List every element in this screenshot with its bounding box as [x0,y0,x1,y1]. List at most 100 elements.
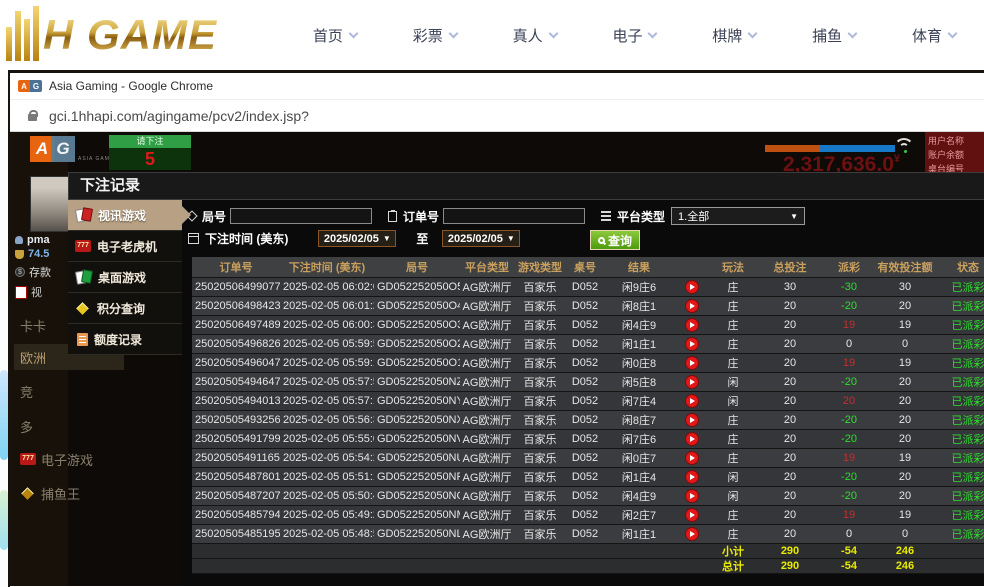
play-video-button[interactable] [686,528,698,540]
column-header: 局号 [374,257,460,277]
table-cell: 20 [756,354,824,372]
table-cell: 19 [874,449,936,467]
table-cell: 庄 [710,278,756,296]
table-cell: 20 [824,392,874,410]
table-cell [192,559,280,573]
play-video-button[interactable] [686,414,698,426]
table-cell: -54 [824,559,874,573]
table-cell: 2025-02-05 05:57:52 [280,373,374,391]
url-text: gci.1hhapi.com/agingame/pcv2/index.jsp? [49,108,309,124]
table-cell: 20 [756,297,824,315]
table-cell: 闲9庄6 [604,278,674,296]
table-cell: -20 [824,430,874,448]
play-video-button[interactable] [686,300,698,312]
table-row: 2502050549604732025-02-05 05:59:10GD0522… [192,354,984,373]
site-header: H GAME 首页 彩票 真人 电子 棋牌 捕鱼 体育 [0,0,984,70]
grand-total-row: 总计290-54246 [192,559,984,574]
table-cell: D052 [566,297,604,315]
menu-item-video-games[interactable]: 视讯游戏 [68,200,182,231]
table-cell: D052 [566,373,604,391]
ag-page: A G ASIA GAMING 请下注 5 pma 74.5 $ 存款 [10,132,984,586]
table-cell: 20 [874,468,936,486]
chevron-down-icon [948,28,958,38]
ag-favicon: AG [18,80,42,92]
table-cell: 庄 [710,525,756,543]
table-cell [674,392,710,410]
nav-item-lottery[interactable]: 彩票 [413,25,457,46]
nav-item-fishing[interactable]: 捕鱼 [812,25,856,46]
search-button[interactable]: 查询 [590,230,640,250]
order-input[interactable] [443,208,585,224]
column-header: 游戏类型 [514,257,566,277]
play-video-button[interactable] [686,357,698,369]
table-cell: AG欧洲厅 [460,525,514,543]
play-video-button[interactable] [686,471,698,483]
table-cell: AG欧洲厅 [460,354,514,372]
date-to-picker[interactable]: 2025/02/05▼ [442,230,520,247]
menu-item-slots[interactable]: 电子老虎机 [68,231,182,262]
table-cell: 已派彩 [936,278,984,296]
table-cell: 庄 [710,335,756,353]
play-video-button[interactable] [686,490,698,502]
table-cell: 20 [874,487,936,505]
table-cell: 总计 [710,559,756,573]
bet-progress-bar [765,145,895,152]
chrome-titlebar[interactable]: AG Asia Gaming - Google Chrome [10,73,984,100]
column-header: 结果 [604,257,674,277]
chevron-down-icon [648,28,658,38]
nav-item-board[interactable]: 棋牌 [712,25,756,46]
table-cell: 已派彩 [936,316,984,334]
play-video-button[interactable] [686,433,698,445]
table-cell: GD052252050NU [374,449,460,467]
table-cell: 2025-02-05 05:55:01 [280,430,374,448]
play-video-button[interactable] [686,281,698,293]
table-cell [674,297,710,315]
table-cell: 250205064974897 [192,316,280,334]
table-cell: 20 [756,449,824,467]
site-logo[interactable]: H GAME [6,6,217,61]
play-video-button[interactable] [686,452,698,464]
menu-item-table-games[interactable]: 桌面游戏 [68,262,182,293]
deposit-button[interactable]: $ 存款 [15,264,51,280]
table-cell: AG欧洲厅 [460,373,514,391]
table-cell: 2025-02-05 05:54:25 [280,449,374,467]
play-video-button[interactable] [686,319,698,331]
play-video-button[interactable] [686,338,698,350]
table-cell: 百家乐 [514,335,566,353]
round-input[interactable] [230,208,372,224]
document-icon [77,333,88,346]
table-cell: GD052252050NY [374,392,460,410]
platform-select[interactable]: 1.全部 ▼ [671,207,805,225]
page-edge-strip [0,70,8,587]
nav-item-sports[interactable]: 体育 [912,25,956,46]
table-games-icon [75,270,92,285]
table-cell: 0 [874,525,936,543]
table-cell: 百家乐 [514,278,566,296]
table-cell: D052 [566,506,604,524]
chrome-urlbar[interactable]: gci.1hhapi.com/agingame/pcv2/index.jsp? [10,100,984,132]
chevron-down-icon [748,28,758,38]
table-cell: 小计 [710,544,756,558]
table-cell: 2025-02-05 05:56:34 [280,411,374,429]
play-video-button[interactable] [686,376,698,388]
bg-menu-item: 捕鱼王 [20,480,130,506]
table-cell: 0 [824,525,874,543]
column-header: 有效投注额 [874,257,936,277]
date-from-picker[interactable]: 2025/02/05▼ [318,230,396,247]
menu-item-quota-records[interactable]: 额度记录 [68,324,182,355]
table-cell: GD052252050O2 [374,335,460,353]
table-cell: 已派彩 [936,487,984,505]
play-video-button[interactable] [686,395,698,407]
table-cell: 已派彩 [936,525,984,543]
table-cell: GD052252050NL [374,525,460,543]
menu-item-points-query[interactable]: 积分查询 [68,293,182,324]
column-header: 派彩 [824,257,874,277]
nav-item-live[interactable]: 真人 [513,25,557,46]
nav-item-home[interactable]: 首页 [313,25,357,46]
table-cell [674,559,710,573]
nav-item-slots[interactable]: 电子 [612,25,656,46]
table-cell: GD052252050NO [374,487,460,505]
play-video-button[interactable] [686,509,698,521]
table-cell: 30 [874,278,936,296]
table-cell: 250205054946477 [192,373,280,391]
